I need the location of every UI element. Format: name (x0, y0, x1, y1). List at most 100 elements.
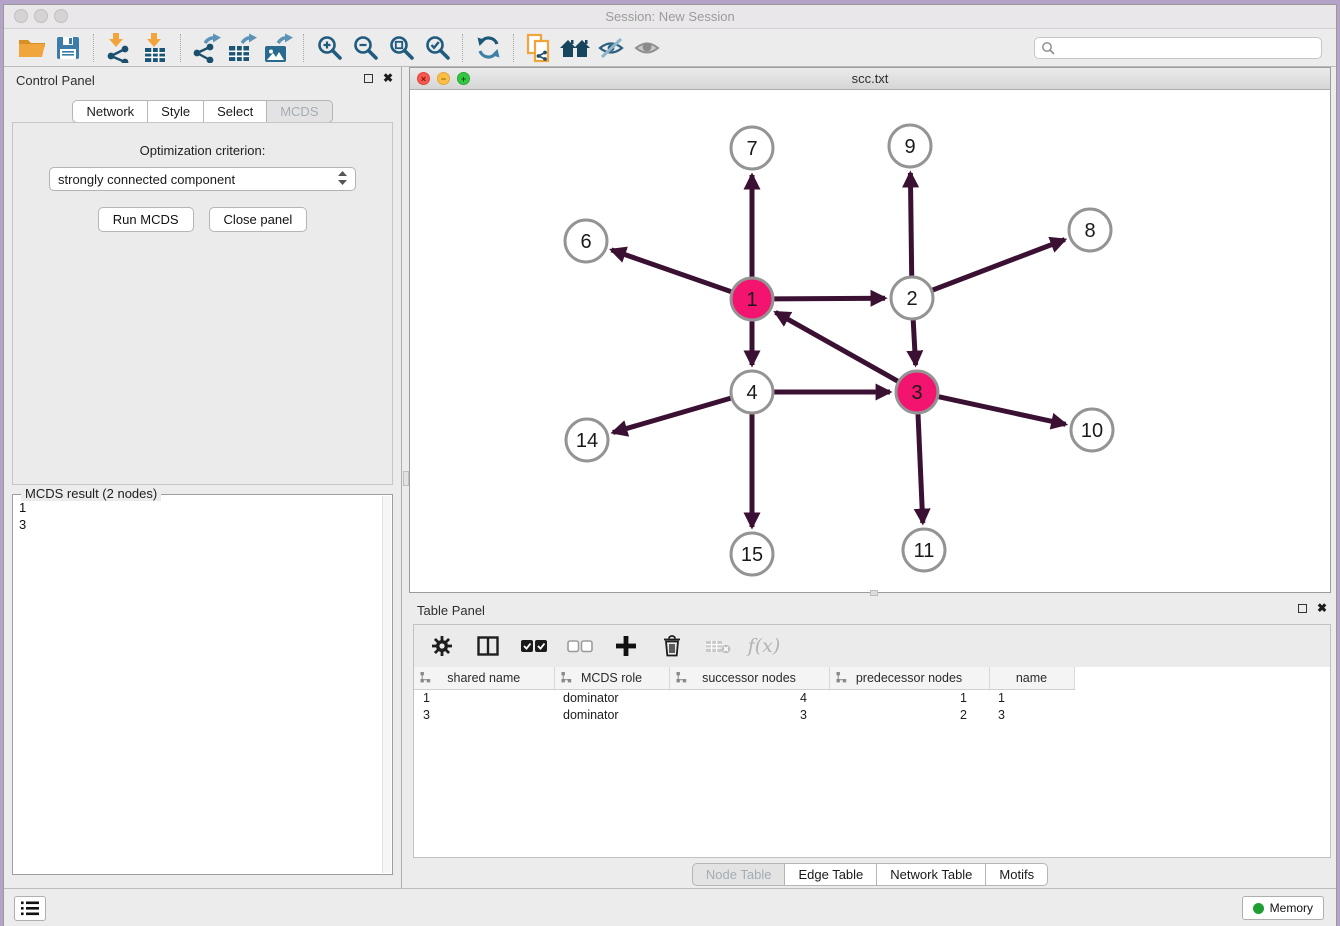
search-icon (1041, 41, 1055, 55)
column-header-shared-name[interactable]: shared name (414, 667, 554, 689)
edge-2-9[interactable] (910, 173, 911, 276)
column-chooser-icon[interactable] (474, 630, 502, 662)
destroy-table-icon (704, 630, 732, 662)
tab-mcds[interactable]: MCDS (267, 100, 332, 123)
tab-motifs[interactable]: Motifs (986, 863, 1048, 886)
network-resize-grip[interactable] (870, 590, 878, 596)
control-panel-title: Control Panel (16, 73, 95, 88)
refresh-view-icon[interactable] (470, 32, 506, 64)
close-panel-icon[interactable]: ✖ (383, 73, 393, 83)
mcds-result-text[interactable]: 1 3 (19, 499, 378, 870)
mcds-result-scrollbar[interactable] (382, 496, 391, 873)
export-table-icon[interactable] (224, 32, 260, 64)
table-panel-body: f(x) shared nameMCDS rolesuccessor nodes… (413, 624, 1331, 858)
search-input[interactable] (1055, 41, 1315, 55)
control-panel-header: Control Panel ✖ (4, 67, 401, 93)
tab-style[interactable]: Style (148, 100, 204, 123)
table-settings-icon[interactable] (428, 630, 456, 662)
delete-column-icon[interactable] (658, 630, 686, 662)
criterion-value: strongly connected component (58, 172, 235, 187)
select-stepper-icon (338, 171, 347, 188)
import-table-icon[interactable] (137, 32, 173, 64)
main-toolbar (4, 29, 1336, 67)
show-all-icon[interactable] (629, 32, 665, 64)
tab-network[interactable]: Network (72, 100, 148, 123)
node-table[interactable]: shared nameMCDS rolesuccessor nodesprede… (414, 667, 1075, 723)
panel-splitter[interactable] (401, 67, 409, 889)
node-label-8: 8 (1084, 220, 1095, 242)
save-session-icon[interactable] (50, 32, 86, 64)
table-panel-tabs: Node TableEdge TableNetwork TableMotifs (409, 863, 1331, 886)
desktop: Session: New Session (0, 0, 1340, 926)
add-column-icon[interactable] (612, 630, 640, 662)
table-panel-header: Table Panel ✖ (409, 597, 1331, 623)
table-panel-title: Table Panel (417, 603, 485, 618)
select-all-icon[interactable] (520, 630, 548, 662)
open-session-icon[interactable] (14, 32, 50, 64)
run-mcds-button[interactable]: Run MCDS (98, 207, 194, 232)
column-header-successor-nodes[interactable]: successor nodes (669, 667, 829, 689)
table-panel: Table Panel ✖ (409, 597, 1331, 888)
edge-3-11[interactable] (918, 414, 923, 523)
toolbar-separator (462, 34, 463, 62)
import-network-icon[interactable] (101, 32, 137, 64)
edge-3-1[interactable] (776, 312, 898, 381)
tab-edge-table[interactable]: Edge Table (785, 863, 877, 886)
zoom-in-icon[interactable] (311, 32, 347, 64)
node-table-wrap: shared nameMCDS rolesuccessor nodesprede… (414, 667, 1330, 857)
optimization-criterion-label: Optimization criterion: (13, 143, 392, 158)
memory-button[interactable]: Memory (1242, 896, 1324, 920)
task-history-button[interactable] (14, 896, 46, 921)
node-label-1: 1 (746, 289, 757, 311)
window-title: Session: New Session (4, 9, 1336, 24)
first-neighbors-icon[interactable] (557, 32, 593, 64)
zoom-out-icon[interactable] (347, 32, 383, 64)
control-panel: Control Panel ✖ NetworkStyleSelectMCDS O… (4, 67, 401, 889)
column-header-predecessor-nodes[interactable]: predecessor nodes (829, 667, 989, 689)
column-header-name[interactable]: name (989, 667, 1074, 689)
float-panel-icon[interactable] (364, 74, 373, 83)
export-image-icon[interactable] (260, 32, 296, 64)
memory-label: Memory (1270, 901, 1313, 915)
main-titlebar: Session: New Session (4, 5, 1336, 29)
mcds-panel: Optimization criterion: strongly connect… (12, 122, 393, 485)
control-panel-tabs: NetworkStyleSelectMCDS (4, 100, 401, 123)
column-header-MCDS-role[interactable]: MCDS role (554, 667, 669, 689)
tab-node-table[interactable]: Node Table (692, 863, 786, 886)
toolbar-separator (513, 34, 514, 62)
main-region: × − + scc.txt 7968124314101511 Table Pan… (409, 67, 1331, 888)
table-row[interactable]: 1dominator411 (414, 689, 1074, 706)
edge-1-2[interactable] (774, 298, 885, 299)
edge-4-14[interactable] (613, 398, 731, 432)
node-label-9: 9 (904, 136, 915, 158)
edge-1-6[interactable] (612, 250, 732, 292)
close-panel-button[interactable]: Close panel (209, 207, 308, 232)
edge-2-8[interactable] (933, 240, 1065, 291)
node-label-11: 11 (914, 540, 935, 562)
list-icon (21, 901, 39, 916)
export-network-icon[interactable] (188, 32, 224, 64)
float-table-panel-icon[interactable] (1298, 604, 1307, 613)
edge-3-10[interactable] (939, 397, 1066, 425)
node-label-4: 4 (746, 382, 757, 404)
tab-network-table[interactable]: Network Table (877, 863, 986, 886)
table-toolbar: f(x) (414, 625, 1330, 667)
toolbar-separator (303, 34, 304, 62)
status-bar: Memory (4, 888, 1336, 926)
network-window-titlebar: × − + scc.txt (410, 68, 1330, 90)
table-row[interactable]: 3dominator323 (414, 706, 1074, 723)
deselect-all-icon[interactable] (566, 630, 594, 662)
zoom-fit-icon[interactable] (383, 32, 419, 64)
toolbar-separator (93, 34, 94, 62)
hide-selected-icon[interactable] (593, 32, 629, 64)
node-label-6: 6 (580, 231, 591, 253)
new-network-from-selection-icon[interactable] (521, 32, 557, 64)
criterion-select[interactable]: strongly connected component (49, 167, 356, 191)
network-graph[interactable]: 7968124314101511 (410, 90, 1332, 594)
close-table-panel-icon[interactable]: ✖ (1317, 603, 1327, 613)
node-label-15: 15 (741, 544, 763, 566)
edge-2-3[interactable] (913, 320, 915, 365)
network-canvas[interactable]: 7968124314101511 (410, 90, 1330, 592)
zoom-selected-icon[interactable] (419, 32, 455, 64)
tab-select[interactable]: Select (204, 100, 267, 123)
